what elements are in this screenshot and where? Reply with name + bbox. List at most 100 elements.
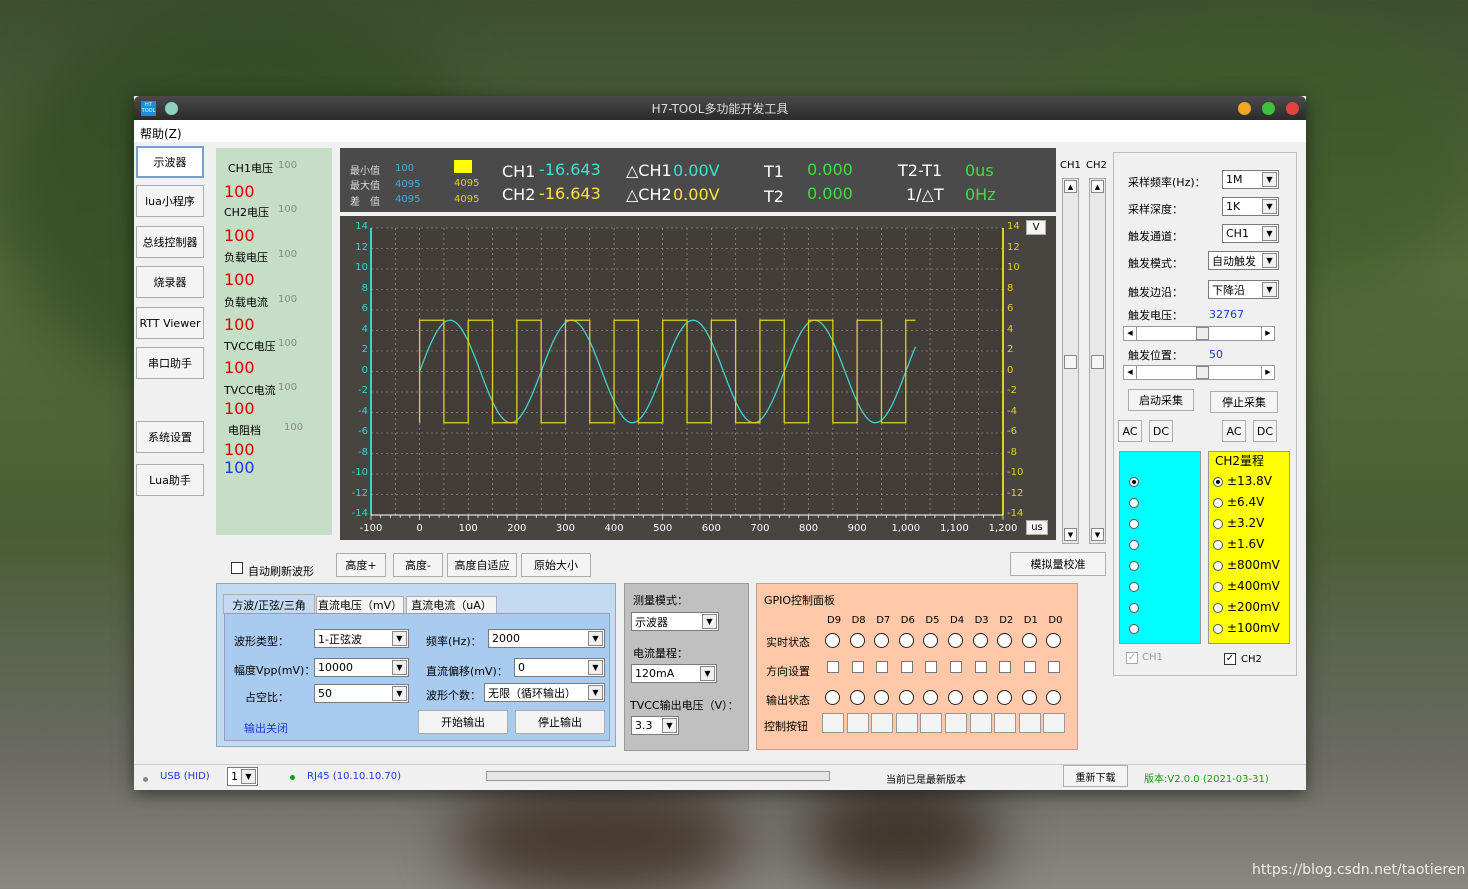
- nav-item-3[interactable]: 烧录器: [136, 266, 204, 298]
- wave-type-select[interactable]: 1-正弦波 ▼: [314, 629, 409, 648]
- tvcc-select[interactable]: 3.3 ▼: [631, 716, 679, 735]
- ch2-down-arrow-icon[interactable]: ▼: [1091, 528, 1104, 541]
- ch2-range-radio-5[interactable]: [1213, 582, 1223, 592]
- ch1-range-radio-7[interactable]: [1129, 624, 1139, 634]
- gpio-dir-checkbox[interactable]: [1023, 661, 1036, 673]
- auto-refresh-checkbox[interactable]: [231, 562, 243, 574]
- ch2-offset-slider[interactable]: ▲ ▼: [1089, 178, 1106, 544]
- port-select[interactable]: 1 ▼: [227, 767, 258, 786]
- level-thumb[interactable]: [1196, 327, 1209, 340]
- gpio-output-toggle[interactable]: [923, 690, 939, 705]
- ch1-range-radio-2[interactable]: [1129, 519, 1139, 529]
- original-size-button[interactable]: 原始大小: [521, 553, 591, 577]
- ch1-enable-checkbox[interactable]: ✓: [1126, 652, 1138, 664]
- start-capture-button[interactable]: 启动采集: [1128, 389, 1194, 411]
- gpio-control-button[interactable]: [945, 713, 967, 733]
- ch1-range-radio-0[interactable]: [1129, 477, 1139, 487]
- ch2-range-radio-0[interactable]: [1213, 477, 1223, 487]
- nav-item-5[interactable]: 串口助手: [136, 347, 204, 379]
- ch1-range-radio-5[interactable]: [1129, 582, 1139, 592]
- scope-chart[interactable]: [340, 216, 1056, 540]
- ch2-dc-button[interactable]: DC: [1253, 420, 1277, 442]
- count-select[interactable]: 无限（循环输出） ▼: [484, 683, 605, 702]
- gpio-output-toggle[interactable]: [849, 690, 865, 705]
- left-arrow-icon[interactable]: ◀: [1124, 327, 1137, 340]
- gpio-dir-checkbox[interactable]: [827, 661, 839, 673]
- right-arrow-icon[interactable]: ▶: [1261, 327, 1274, 340]
- rate-select[interactable]: 1M ▼: [1222, 170, 1279, 189]
- ch2-ac-button[interactable]: AC: [1222, 420, 1246, 442]
- measure-mode-select[interactable]: 示波器 ▼: [631, 612, 719, 631]
- ch2-range-radio-1[interactable]: [1213, 498, 1223, 508]
- gpio-dir-checkbox[interactable]: [876, 661, 889, 673]
- height-auto-button[interactable]: 高度自适应: [447, 553, 517, 577]
- stop-output-button[interactable]: 停止输出: [515, 710, 605, 734]
- gpio-output-toggle[interactable]: [874, 690, 890, 705]
- ch1-dc-button[interactable]: DC: [1149, 420, 1173, 442]
- nav-item-2[interactable]: 总线控制器: [136, 226, 204, 258]
- height-plus-button[interactable]: 高度+: [336, 553, 386, 577]
- duty-select[interactable]: 50 ▼: [314, 684, 409, 703]
- vpp-select[interactable]: 10000 ▼: [314, 658, 409, 677]
- position-thumb[interactable]: [1196, 366, 1209, 379]
- gen-tab-1[interactable]: 直流电压（mV）: [316, 596, 404, 614]
- gpio-control-button[interactable]: [969, 713, 992, 733]
- ch1-range-radio-4[interactable]: [1129, 561, 1139, 571]
- gpio-dir-checkbox[interactable]: [950, 661, 962, 673]
- nav-item-6[interactable]: 系统设置: [136, 421, 204, 453]
- trigger-mode-select[interactable]: 自动触发 ▼: [1208, 251, 1279, 270]
- trigger-position-slider[interactable]: ◀ ▶: [1123, 365, 1275, 380]
- trigger-level-slider[interactable]: ◀ ▶: [1123, 326, 1275, 341]
- ch1-slider-thumb[interactable]: [1064, 355, 1077, 369]
- right-arrow-icon[interactable]: ▶: [1261, 366, 1274, 379]
- close-icon[interactable]: [1286, 102, 1299, 115]
- redownload-button[interactable]: 重新下载: [1063, 765, 1128, 787]
- height-minus-button[interactable]: 高度-: [393, 553, 443, 577]
- gpio-control-button[interactable]: [822, 713, 844, 733]
- gpio-control-button[interactable]: [1043, 713, 1066, 733]
- ch1-ac-button[interactable]: AC: [1118, 420, 1142, 442]
- ch2-slider-thumb[interactable]: [1091, 355, 1104, 369]
- ch1-up-arrow-icon[interactable]: ▲: [1064, 180, 1077, 193]
- ch2-range-radio-4[interactable]: [1213, 561, 1223, 571]
- menu-help[interactable]: 帮助(Z): [140, 125, 182, 142]
- nav-item-1[interactable]: lua小程序: [136, 185, 204, 217]
- gpio-output-toggle[interactable]: [1046, 690, 1062, 705]
- y-unit-button[interactable]: V: [1026, 220, 1046, 235]
- trigger-channel-select[interactable]: CH1 ▼: [1222, 224, 1279, 243]
- gpio-dir-checkbox[interactable]: [900, 661, 913, 673]
- stop-capture-button[interactable]: 停止采集: [1210, 391, 1278, 413]
- minimize-icon[interactable]: [1238, 102, 1251, 115]
- gpio-dir-checkbox[interactable]: [925, 661, 938, 673]
- ch1-offset-slider[interactable]: ▲ ▼: [1062, 178, 1079, 544]
- ch2-range-radio-7[interactable]: [1213, 624, 1223, 634]
- gpio-dir-checkbox[interactable]: [1048, 661, 1061, 673]
- gpio-control-button[interactable]: [994, 713, 1017, 733]
- gpio-output-toggle[interactable]: [898, 690, 914, 705]
- gpio-control-button[interactable]: [1018, 713, 1041, 733]
- gpio-dir-checkbox[interactable]: [974, 661, 987, 673]
- left-arrow-icon[interactable]: ◀: [1124, 366, 1137, 379]
- nav-item-4[interactable]: RTT Viewer: [136, 307, 204, 339]
- ch2-enable-checkbox[interactable]: ✓: [1224, 653, 1236, 665]
- ch1-range-radio-6[interactable]: [1129, 603, 1139, 613]
- gpio-dir-checkbox[interactable]: [851, 661, 864, 673]
- offset-select[interactable]: 0 ▼: [514, 658, 605, 677]
- start-output-button[interactable]: 开始输出: [418, 710, 508, 734]
- current-range-select[interactable]: 120mA ▼: [631, 664, 717, 683]
- nav-item-0[interactable]: 示波器: [136, 146, 204, 178]
- gpio-dir-checkbox[interactable]: [999, 661, 1012, 673]
- freq-select[interactable]: 2000 ▼: [488, 629, 605, 648]
- gen-tab-2[interactable]: 直流电流（uA）: [406, 596, 497, 614]
- gen-tab-0[interactable]: 方波/正弦/三角: [223, 594, 315, 614]
- gpio-output-toggle[interactable]: [825, 690, 840, 705]
- ch1-range-radio-3[interactable]: [1129, 540, 1139, 550]
- ch1-range-radio-1[interactable]: [1129, 498, 1139, 508]
- nav-item-7[interactable]: Lua助手: [136, 464, 204, 496]
- gpio-control-button[interactable]: [895, 713, 918, 733]
- ch2-range-radio-2[interactable]: [1213, 519, 1223, 529]
- calibrate-button[interactable]: 模拟量校准: [1010, 552, 1106, 576]
- ch2-range-radio-3[interactable]: [1213, 540, 1223, 550]
- gpio-output-toggle[interactable]: [948, 690, 963, 705]
- depth-select[interactable]: 1K ▼: [1222, 197, 1279, 216]
